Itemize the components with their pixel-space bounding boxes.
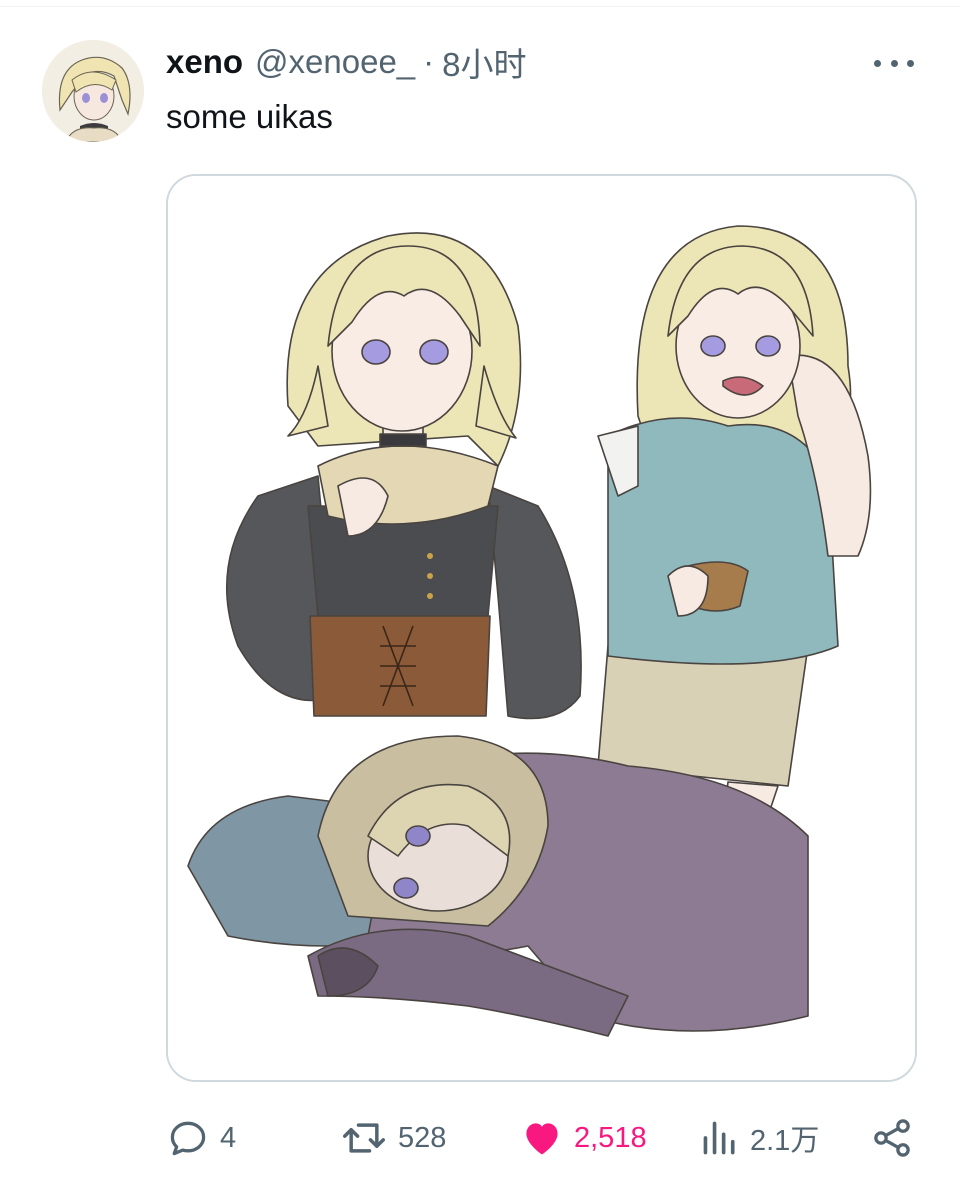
heart-filled-icon	[526, 1123, 558, 1155]
retweet-count: 528	[398, 1121, 447, 1154]
tweet-text: some uikas	[166, 98, 333, 135]
share-nodes-icon	[874, 1119, 910, 1157]
top-divider	[0, 6, 960, 7]
like-count: 2,518	[574, 1121, 647, 1154]
retweet-icon	[343, 1123, 385, 1153]
like-button[interactable]: 2,518	[520, 1112, 647, 1164]
bar-chart-icon	[703, 1121, 735, 1155]
reply-button[interactable]: 4	[166, 1112, 236, 1164]
reply-count: 4	[220, 1121, 237, 1154]
more-horizontal-icon[interactable]	[872, 52, 916, 74]
avatar[interactable]	[42, 40, 144, 142]
author-name[interactable]: xeno	[166, 43, 243, 81]
retweet-button[interactable]: 528	[340, 1112, 446, 1164]
timestamp[interactable]: 8小时	[442, 38, 526, 86]
tweet-media-image[interactable]	[166, 174, 917, 1082]
more-dot	[907, 59, 914, 67]
avatar-illustration	[42, 40, 144, 142]
artwork-illustration	[168, 176, 915, 1080]
more-dot	[890, 59, 898, 67]
tweet-header: xeno @xenoee_ · 8小时	[166, 38, 527, 86]
views-button[interactable]: 2.1万	[700, 1112, 819, 1164]
author-handle[interactable]: @xenoee_	[255, 43, 415, 81]
views-count: 2.1万	[750, 1125, 820, 1157]
more-dot	[874, 59, 881, 67]
reply-bubble-icon	[170, 1121, 206, 1156]
separator-dot: ·	[423, 43, 435, 80]
action-bar: 4 528 2,518 2.1万	[0, 1112, 960, 1164]
share-button[interactable]	[870, 1112, 914, 1164]
